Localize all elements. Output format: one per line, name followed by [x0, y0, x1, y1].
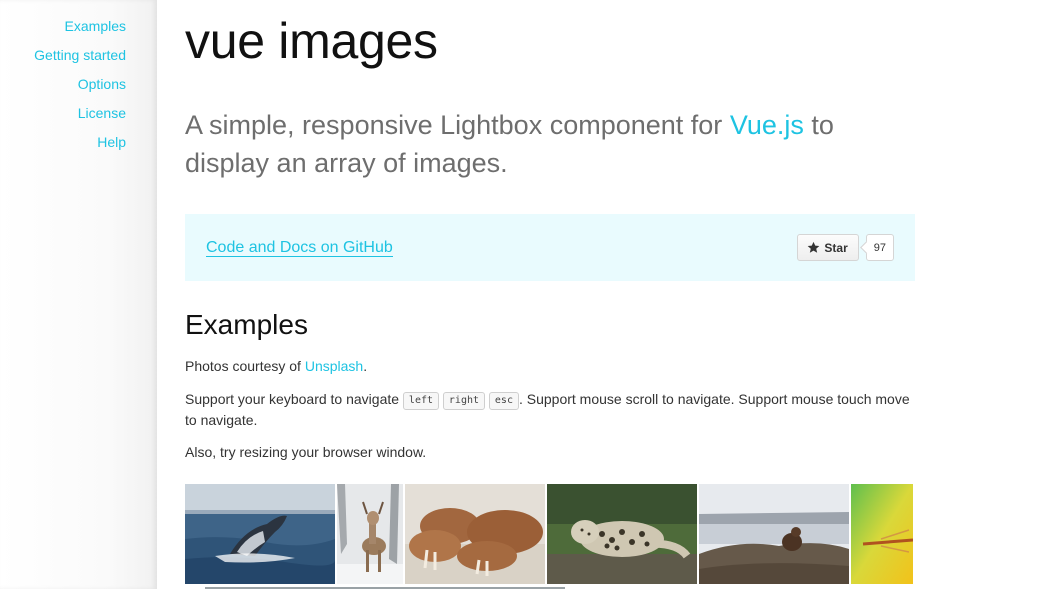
sidebar-item-options[interactable]: Options [0, 75, 126, 104]
gallery-thumb-whale[interactable] [185, 484, 335, 584]
star-button[interactable]: Star [797, 234, 859, 261]
walrus-photo-icon [405, 484, 545, 584]
star-button-label: Star [824, 240, 848, 255]
key-esc: esc [488, 392, 519, 410]
credit-suffix: . [363, 358, 368, 374]
sidebar-nav: Examples Getting started Options License… [0, 0, 157, 589]
sidebar-item-help[interactable]: Help [0, 133, 126, 162]
gallery-thumb-walrus[interactable] [405, 484, 545, 584]
sidebar-item-license[interactable]: License [0, 104, 126, 133]
dragonfly-photo-icon [851, 484, 913, 584]
sidebar-link-getting-started[interactable]: Getting started [34, 47, 126, 63]
key-left: left [402, 392, 440, 410]
resize-hint: Also, try resizing your browser window. [185, 444, 427, 460]
github-callout: Code and Docs on GitHub Star 97 [185, 214, 915, 281]
sidebar-link-license[interactable]: License [78, 105, 126, 121]
gallery-thumb-leopard[interactable] [547, 484, 697, 584]
vuejs-link[interactable]: Vue.js [730, 110, 804, 140]
leopard-photo-icon [547, 484, 697, 584]
sidebar-link-options[interactable]: Options [78, 76, 126, 92]
whale-photo-icon [185, 484, 335, 584]
github-star-widget: Star 97 [797, 234, 894, 261]
page-title: vue images [185, 13, 438, 69]
examples-heading: Examples [185, 309, 308, 340]
sidebar-item-examples[interactable]: Examples [0, 17, 126, 46]
gallery-thumb-beaver[interactable] [699, 484, 849, 584]
key-right: right [442, 392, 486, 410]
photo-credit: Photos courtesy of Unsplash. [185, 356, 915, 376]
keyboard-hint: Support your keyboard to navigate left r… [185, 389, 915, 430]
keys-prefix: Support your keyboard to navigate [185, 391, 403, 407]
sidebar-link-help[interactable]: Help [97, 134, 126, 150]
unsplash-link[interactable]: Unsplash [305, 358, 363, 374]
page-lead: A simple, responsive Lightbox component … [185, 106, 915, 182]
lead-prefix: A simple, responsive Lightbox component … [185, 110, 730, 140]
sidebar-link-examples[interactable]: Examples [65, 18, 126, 34]
sidebar-menu: Examples Getting started Options License… [0, 0, 157, 162]
sidebar-item-getting-started[interactable]: Getting started [0, 46, 126, 75]
star-count[interactable]: 97 [865, 234, 894, 261]
deer-photo-icon [337, 484, 403, 584]
credit-prefix: Photos courtesy of [185, 358, 305, 374]
beaver-photo-icon [699, 484, 849, 584]
gallery-thumb-deer[interactable] [337, 484, 403, 584]
gallery-thumb-dragonfly[interactable] [851, 484, 913, 584]
github-docs-link[interactable]: Code and Docs on GitHub [206, 239, 393, 257]
star-icon [808, 241, 820, 253]
image-gallery [185, 484, 915, 584]
